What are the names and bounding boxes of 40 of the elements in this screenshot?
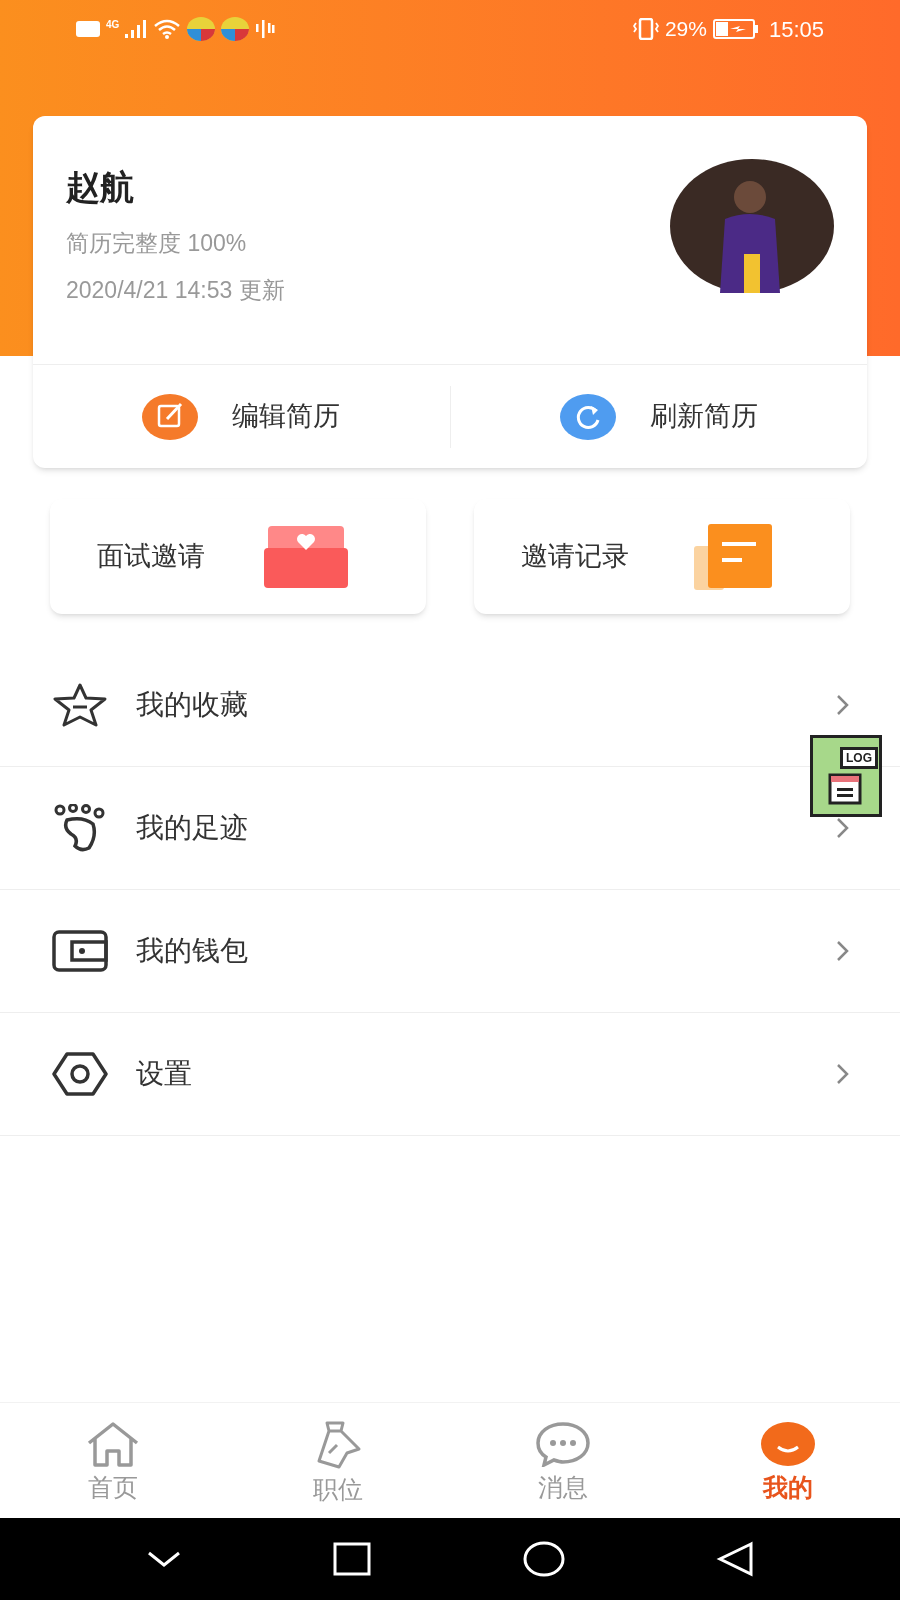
resume-action-button[interactable]: 刷新简历: [449, 385, 867, 448]
triangle-icon[interactable]: [716, 1541, 755, 1577]
tab[interactable]: 我的: [675, 1403, 900, 1518]
refresh-icon: [559, 393, 616, 440]
chevron-right-icon: [836, 817, 850, 839]
avatar[interactable]: [670, 159, 834, 293]
clock: 15:05: [768, 15, 824, 44]
quick-link-card[interactable]: 邀请记录: [474, 499, 850, 614]
menu-item[interactable]: 我的钱包: [0, 890, 900, 1013]
star-icon: [53, 683, 107, 727]
chevron-right-icon: [836, 1063, 850, 1085]
resume-action-button[interactable]: 编辑简历: [33, 385, 450, 448]
vibrate-icon: [632, 18, 659, 40]
battery-charging-icon: [712, 19, 759, 39]
wifi-icon: [153, 19, 182, 39]
network-type: 4G: [106, 17, 120, 32]
update-time: 2020/4/21 14:53 更新: [66, 275, 285, 305]
calendar-icon: [828, 773, 862, 805]
quick-link-card[interactable]: 面试邀请: [50, 499, 426, 614]
envelope-heart-icon: [264, 525, 348, 588]
data-activity-icon: [255, 20, 276, 38]
user-name: 赵航: [66, 170, 135, 204]
chat-bubble-icon: [534, 1421, 591, 1467]
app-icon: [221, 17, 250, 41]
menu-item[interactable]: 设置: [0, 1013, 900, 1136]
back-chevron-icon[interactable]: [145, 1549, 182, 1569]
chevron-right-icon: [836, 940, 850, 962]
smile-icon: [759, 1421, 816, 1467]
square-icon[interactable]: [333, 1542, 372, 1576]
battery-percent: 29%: [664, 16, 707, 43]
resume-completeness: 简历完整度 100%: [66, 229, 248, 258]
wallet-icon: [52, 930, 108, 972]
app-icon: [187, 17, 216, 41]
circle-icon[interactable]: [522, 1541, 565, 1577]
document-icon: [694, 523, 772, 590]
footprint-icon: [53, 804, 107, 852]
chevron-right-icon: [836, 694, 850, 716]
signal-icon: [125, 20, 148, 38]
settings-icon: [52, 1052, 108, 1096]
edit-icon: [142, 393, 199, 440]
